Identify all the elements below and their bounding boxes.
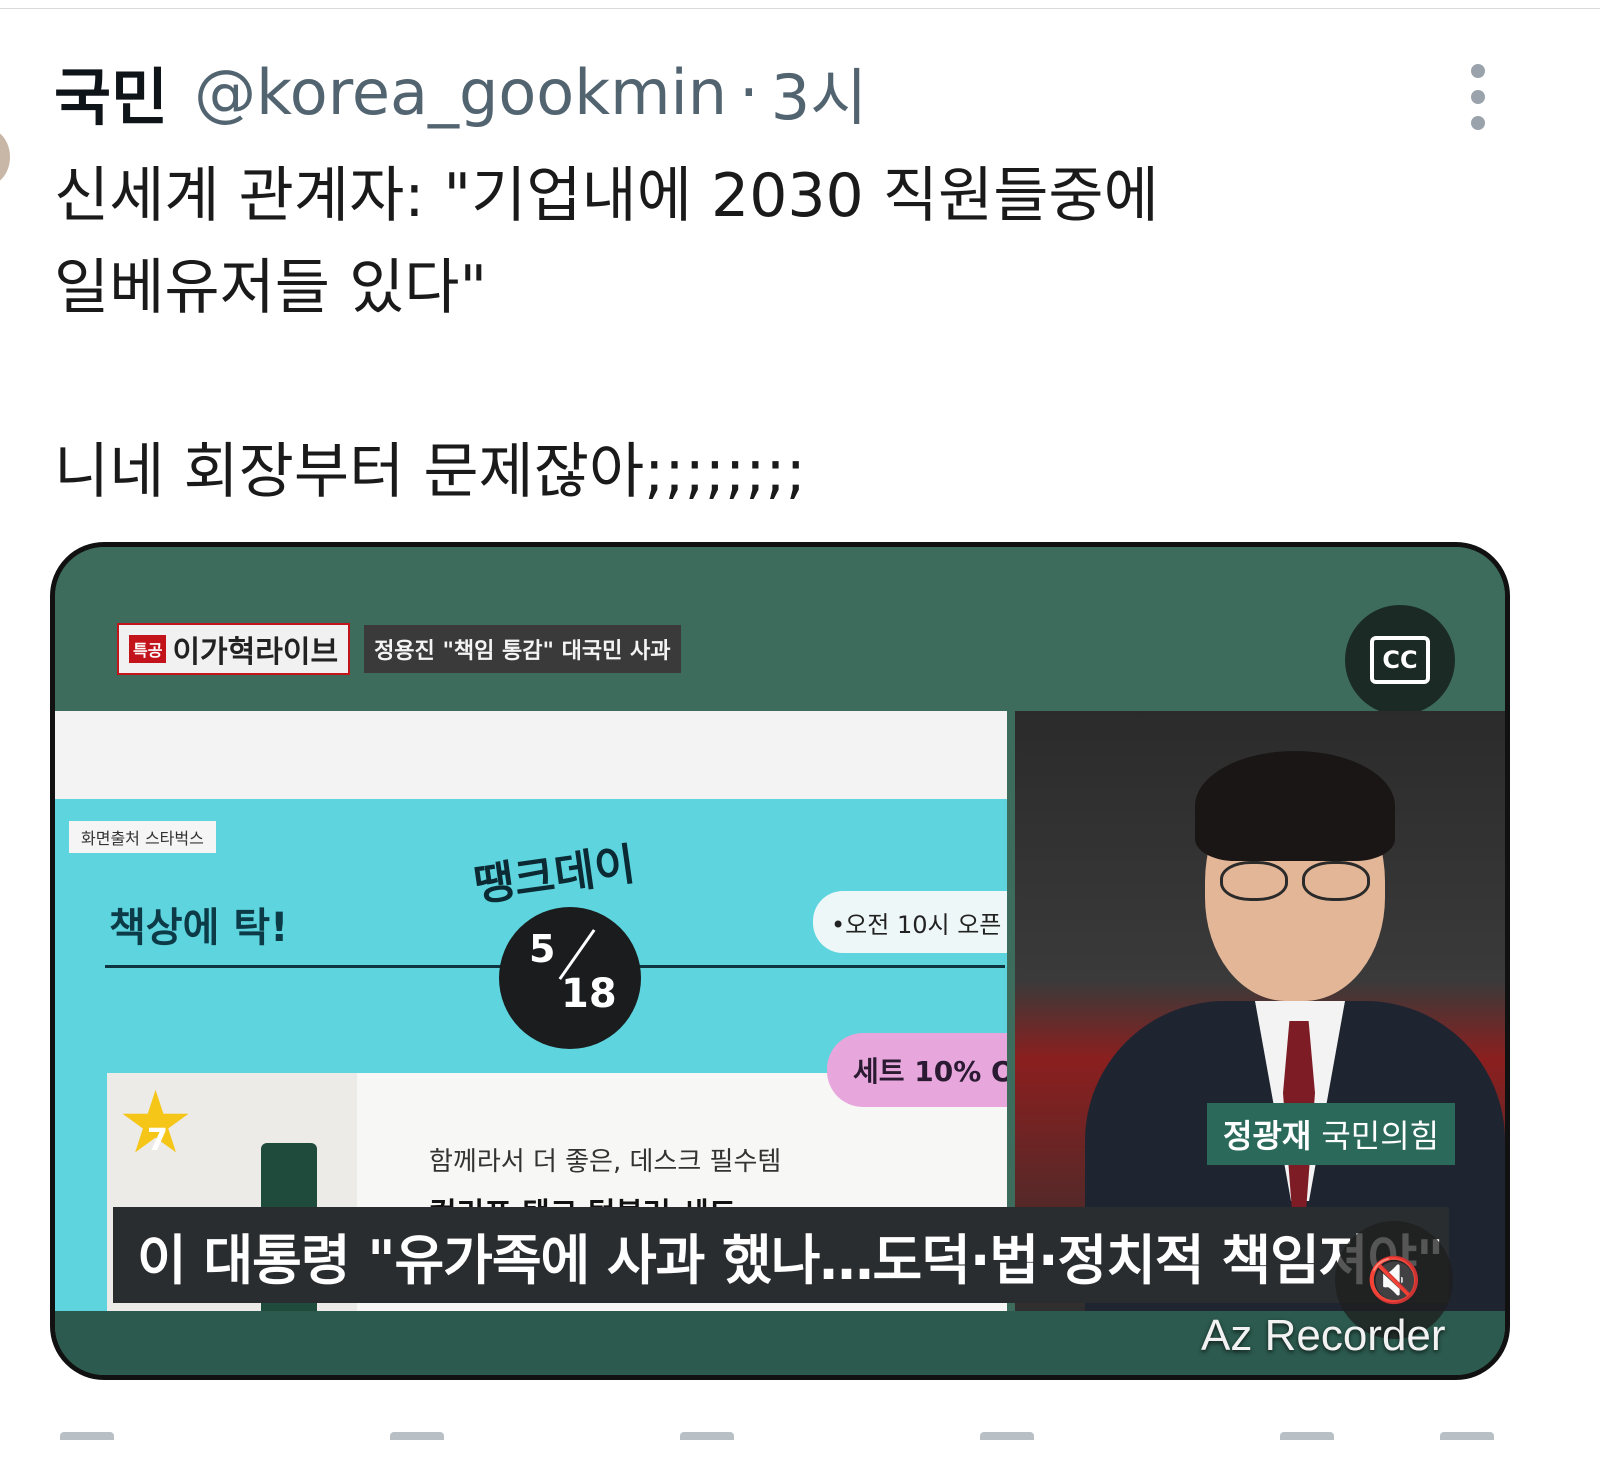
promo-title: 책상에 탁!: [109, 905, 289, 951]
reply-icon[interactable]: [60, 1432, 114, 1440]
badge-number: 7: [147, 1123, 168, 1158]
news-headline: 이 대통령 "유가족에 사과 했나…도덕·법·정치적 책임져야": [137, 1228, 1444, 1292]
video-player[interactable]: 특공 이가혁라이브 정용진 "책임 통감" 대국민 사과 CC 화면출처 스타벅…: [50, 542, 1510, 1380]
open-time-pill: •오전 10시 오픈: [813, 891, 1007, 953]
closed-captions-button[interactable]: CC: [1345, 605, 1455, 715]
news-headline-bar: 이 대통령 "유가족에 사과 했나…도덕·법·정치적 책임져야": [113, 1207, 1449, 1303]
tweet-text-line: 일베유저들 있다": [54, 253, 488, 323]
glasses-icon: [1220, 861, 1370, 901]
program-badge: 특공 이가혁라이브: [117, 623, 351, 675]
program-name: 이가혁라이브: [172, 635, 339, 670]
more-dot: [1471, 64, 1485, 78]
discount-pill: 세트 10% OF: [827, 1033, 1007, 1107]
date-month: 5: [529, 927, 556, 971]
tweet-action-bar: [60, 1432, 1494, 1452]
top-divider: [0, 8, 1600, 9]
more-dot: [1471, 90, 1485, 104]
cc-icon: CC: [1370, 636, 1430, 684]
more-options-icon[interactable]: [1466, 64, 1490, 130]
views-icon[interactable]: [980, 1432, 1034, 1440]
avatar[interactable]: [0, 128, 10, 186]
promo-top-band: [55, 711, 1007, 799]
author-handle[interactable]: @korea_gookmin: [194, 56, 727, 129]
tweet-text: 신세계 관계자: "기업내에 2030 직원들중에 일베유저들 있다" 니네 회…: [54, 150, 1454, 518]
promo-event: 땡크데이: [470, 838, 639, 912]
speaker-hair: [1195, 751, 1395, 861]
program-headline: 정용진 "책임 통감" 대국민 사과: [364, 625, 681, 673]
tweet-timestamp[interactable]: 3시: [771, 47, 868, 137]
speaker-name-plate: 정광재 국민의힘: [1207, 1103, 1456, 1165]
tweet-header: 국민 @korea_gookmin · 3시: [54, 52, 867, 135]
header-separator: ·: [739, 55, 759, 129]
star-icon: ★ 7: [117, 1080, 197, 1166]
date-disc: 5 18: [499, 907, 641, 1049]
more-dot: [1471, 116, 1485, 130]
share-icon[interactable]: [1440, 1432, 1494, 1440]
like-icon[interactable]: [680, 1432, 734, 1440]
speaker-name: 정광재: [1223, 1117, 1312, 1155]
author-name[interactable]: 국민: [54, 47, 168, 137]
recorder-watermark: Az Recorder: [1201, 1311, 1446, 1360]
source-tag: 화면출처 스타벅스: [69, 821, 216, 853]
retweet-icon[interactable]: [390, 1432, 444, 1440]
program-tag: 특공: [129, 635, 167, 663]
speaker-party: 국민의힘: [1321, 1117, 1440, 1155]
date-day: 18: [561, 971, 617, 1017]
program-bar: 특공 이가혁라이브 정용진 "책임 통감" 대국민 사과: [117, 623, 681, 675]
promo-subtitle: 함께라서 더 좋은, 데스크 필수템: [429, 1147, 782, 1177]
tweet-text-line: 니네 회장부터 문제잖아;;;;;;;;: [54, 437, 806, 507]
bookmark-icon[interactable]: [1280, 1432, 1334, 1440]
video-frame: 특공 이가혁라이브 정용진 "책임 통감" 대국민 사과 CC 화면출처 스타벅…: [55, 547, 1505, 1375]
mute-symbol: 🔇: [1366, 1255, 1422, 1306]
tweet-text-line: 신세계 관계자: "기업내에 2030 직원들중에: [54, 161, 1159, 231]
